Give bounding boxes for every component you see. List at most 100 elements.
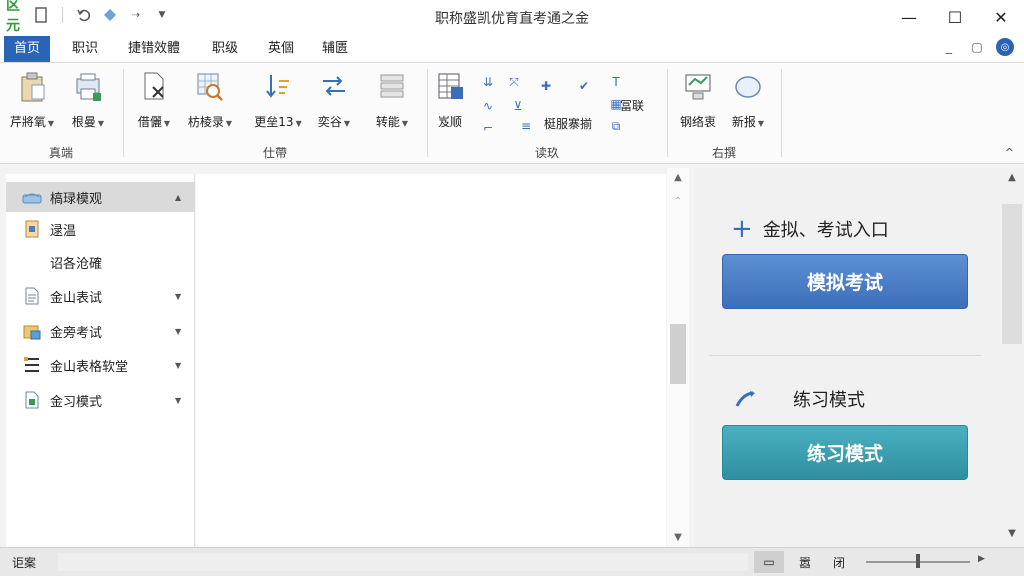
practice-mode-button[interactable]: 练习模式: [722, 425, 968, 480]
ribbon-button-1[interactable]: 芹將氧 ▼: [2, 71, 62, 130]
scroll-thumb[interactable]: [670, 324, 686, 384]
ribbon-label-6: 奕谷: [317, 115, 342, 129]
expand-icon[interactable]: ▼: [175, 396, 195, 405]
expand-icon[interactable]: ▼: [175, 292, 195, 301]
scroll-up-icon[interactable]: ▲: [1006, 172, 1018, 183]
tab-home[interactable]: 首页: [4, 36, 51, 62]
nav-label: 诏各沧確: [50, 256, 103, 272]
ribbon-label-3: 借儷: [137, 115, 162, 129]
merge-icon[interactable]: ⇊: [478, 73, 498, 91]
check-icon[interactable]: ✔: [574, 77, 594, 95]
ribbon-label-4: 枋棱录: [187, 115, 224, 129]
ribbon-label-9[interactable]: 梃服寨揃: [544, 115, 592, 132]
maximize-button[interactable]: ☐: [932, 0, 978, 34]
nav-item-3[interactable]: 诏各沧確: [6, 247, 195, 277]
scroll-up-icon[interactable]: ▲: [672, 172, 684, 183]
restore-icon[interactable]: ▢: [968, 40, 986, 54]
nav-item-7[interactable]: 金习模式 ▼: [6, 385, 195, 415]
ribbon-group-label-3: 读玖: [534, 146, 559, 160]
section-exam-title: + 金拟、考试入口: [731, 216, 889, 242]
ribbon-group-label-4: 右撰: [711, 146, 736, 160]
pen-icon: [735, 390, 757, 408]
status-field: [58, 553, 748, 571]
ribbon-label-8: 岌顺: [437, 115, 462, 129]
copy-icon[interactable]: ⧉: [606, 117, 626, 135]
scroll-down-icon[interactable]: ▼: [672, 532, 684, 543]
minimize-button[interactable]: —: [886, 0, 932, 34]
expand-icon[interactable]: ▼: [175, 327, 195, 336]
list-icon: [22, 355, 42, 375]
ellipse-icon: [732, 71, 764, 103]
ribbon-label-10[interactable]: 冨联: [620, 97, 644, 114]
ribbon-button-2[interactable]: 根曼 ▼: [58, 71, 118, 130]
tab-3[interactable]: 捷错效體: [118, 36, 190, 62]
ribbon-right-tools: _ ▢ ◎: [940, 38, 1014, 56]
view-read-button[interactable]: 闭: [824, 551, 854, 573]
split-icon[interactable]: ⤧: [504, 73, 524, 91]
tab-6[interactable]: 辅匮: [312, 36, 358, 62]
sort-icon: [262, 71, 294, 103]
ribbon-group-4: 钢络衷 新报 ▼ 右撰: [668, 67, 780, 161]
panel-scrollbar[interactable]: ▲ ▼: [1000, 168, 1024, 547]
ribbon-label-7: 转能: [375, 115, 400, 129]
ribbon-button-6[interactable]: 奕谷 ▼: [304, 71, 364, 130]
ribbon-label-1: 芹將氧: [9, 115, 46, 129]
ribbon-button-4[interactable]: 枋棱录 ▼: [180, 71, 240, 130]
view-normal-button[interactable]: ▭: [754, 551, 784, 573]
title-bar: 区元 ⇢ ▼ 职称盛凯优育直考通之金 — ☐ ✕: [0, 0, 1024, 34]
close-button[interactable]: ✕: [978, 0, 1024, 34]
right-panel: + 金拟、考试入口 模拟考试 练习模式 练习模式 ▲ ▼: [695, 168, 1024, 547]
doc-icon: [22, 219, 42, 239]
expand-icon[interactable]: ▼: [175, 361, 195, 370]
nav-item-6[interactable]: 金山表格软堂 ▼: [6, 350, 195, 380]
outline-icon[interactable]: ≡: [516, 117, 536, 135]
search-grid-icon: [194, 71, 226, 103]
ribbon-label-2: 根曼: [71, 115, 96, 129]
left-navigation: 槁琭模观 ▲ 逯温 诏各沧確 金山表试 ▼ 金旁考试 ▼ 金山表格软堂 ▼ 金习…: [6, 174, 195, 547]
nav-item-2[interactable]: 逯温: [6, 214, 195, 244]
ribbon-button-5[interactable]: 更垒13 ▼: [248, 71, 308, 130]
scroll-thumb[interactable]: [1002, 204, 1022, 344]
main-content: [196, 174, 666, 547]
tab-2[interactable]: 职识: [62, 36, 108, 62]
tab-4[interactable]: 职级: [202, 36, 248, 62]
window-controls: — ☐ ✕: [886, 0, 1024, 34]
ribbon-label-12: 新报: [731, 115, 756, 129]
nav-item-5[interactable]: 金旁考试 ▼: [6, 316, 195, 346]
chart-line-icon[interactable]: ∿: [478, 97, 498, 115]
crop-icon[interactable]: ⌐: [478, 119, 498, 137]
window-title: 职称盛凯优育直考通之金: [435, 11, 589, 27]
nav-label: 金旁考试: [50, 325, 103, 341]
ribbon-button-8[interactable]: 岌顺: [420, 71, 480, 130]
text-format-icon[interactable]: T: [606, 73, 626, 91]
collapse-icon[interactable]: ▲: [175, 193, 195, 202]
nav-item-1[interactable]: 槁琭模观 ▲: [6, 182, 195, 212]
plus-icon: +: [731, 214, 753, 244]
scroll-page-icon[interactable]: ⌃: [672, 196, 684, 207]
zoom-in-icon[interactable]: ▶: [978, 554, 985, 564]
nav-label: 金山表试: [50, 290, 103, 306]
filter-icon[interactable]: ⊻: [508, 97, 528, 115]
section-practice-label: 练习模式: [793, 390, 865, 411]
view-layout-button[interactable]: 嚣: [790, 551, 820, 573]
status-bar: 讵案 ▭ 嚣 闭 ▶: [0, 547, 1024, 576]
ribbon-minimize-icon[interactable]: _: [940, 40, 958, 54]
add-icon[interactable]: ✚: [536, 77, 556, 95]
zoom-thumb[interactable]: [916, 554, 920, 568]
ribbon-group-3: 岌顺 ⇊ ⤧ ✚ ✔ T ∿ ⊻ ⌐ ≡ 梃服寨揃 ▦ 冨联 ⧉ 读玖: [428, 67, 666, 161]
content-scrollbar[interactable]: ▲ ⌃ ▼: [667, 168, 689, 547]
ribbon-button-12[interactable]: 新报 ▼: [718, 71, 778, 130]
ribbon-group-label-2: 仕帶: [262, 146, 287, 160]
nav-label: 金习模式: [50, 394, 103, 410]
ribbon-button-3[interactable]: 借儷 ▼: [124, 71, 184, 130]
nav-item-4[interactable]: 金山表试 ▼: [6, 281, 195, 311]
ribbon-button-7[interactable]: 转能 ▼: [362, 71, 422, 130]
section-practice-title: 练习模式: [735, 386, 865, 412]
scroll-down-icon[interactable]: ▼: [1006, 528, 1018, 539]
account-icon[interactable]: ◎: [996, 38, 1014, 56]
page-icon: [22, 286, 42, 306]
mock-exam-button[interactable]: 模拟考试: [722, 254, 968, 309]
ribbon-collapse-icon[interactable]: ^: [1005, 146, 1014, 159]
tab-5[interactable]: 英個: [258, 36, 304, 62]
network-icon: [682, 71, 714, 103]
